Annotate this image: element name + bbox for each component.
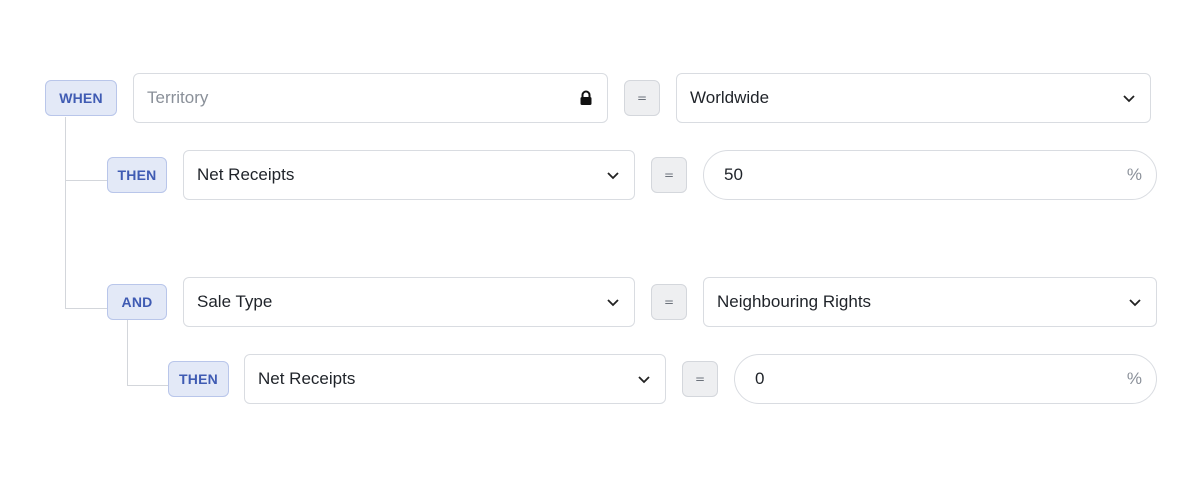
and-operator-equals: = [651,284,687,320]
chevron-down-icon [606,171,620,180]
when-operator-equals: = [624,80,660,116]
lock-icon [579,90,593,106]
chevron-down-icon [1122,94,1136,103]
tree-connector-branch-then-1 [65,180,107,181]
then-2-percent-value: 0 [755,369,765,388]
tree-connector-vertical-main [65,117,66,309]
territory-value-select[interactable]: Worldwide [676,73,1151,123]
then-1-field-label: Net Receipts [197,165,295,184]
then-2-field-select[interactable]: Net Receipts [244,354,666,404]
tree-connector-branch-then-2 [127,385,168,386]
tree-connector-vertical-and [127,320,128,385]
sale-type-value-select[interactable]: Neighbouring Rights [703,277,1157,327]
and-badge: AND [107,284,167,320]
then-2-percent-input[interactable]: 0 % [734,354,1157,404]
then-1-percent-input[interactable]: 50 % [703,150,1157,200]
then-badge-1: THEN [107,157,167,193]
then-1-percent-value: 50 [724,165,743,184]
territory-value-label: Worldwide [690,88,770,107]
sale-type-value-label: Neighbouring Rights [717,292,872,311]
chevron-down-icon [606,298,620,307]
percent-unit: % [1126,165,1142,184]
tree-connector-branch-and [65,308,107,309]
then-1-field-select[interactable]: Net Receipts [183,150,635,200]
sale-type-label: Sale Type [197,292,273,311]
territory-field: Territory [133,73,608,123]
then-2-operator-equals: = [682,361,718,397]
when-badge: WHEN [45,80,117,116]
chevron-down-icon [1128,298,1142,307]
territory-field-placeholder: Territory [147,88,209,107]
percent-unit: % [1126,369,1142,388]
then-badge-2: THEN [168,361,229,397]
chevron-down-icon [637,375,651,384]
then-1-operator-equals: = [651,157,687,193]
then-2-field-label: Net Receipts [258,369,356,388]
sale-type-select[interactable]: Sale Type [183,277,635,327]
